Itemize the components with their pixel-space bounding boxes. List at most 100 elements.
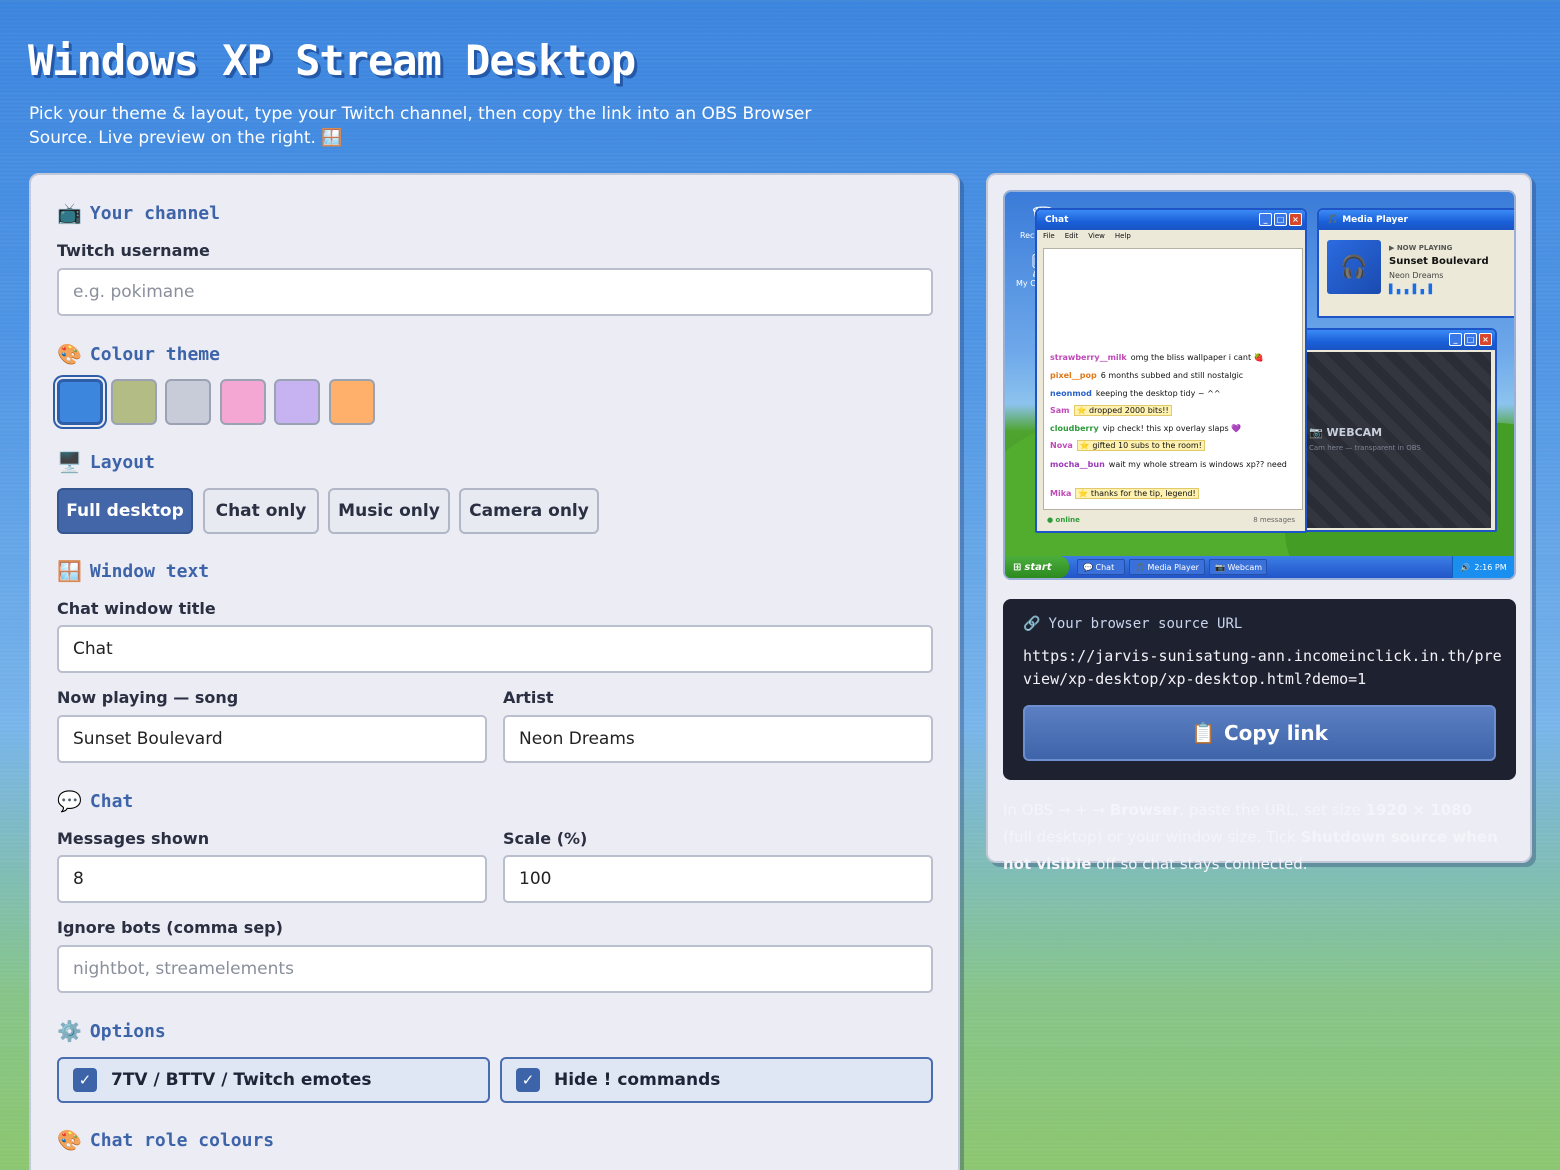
chat-username: mocha__bun bbox=[1050, 460, 1105, 469]
scale-label: Scale (%) bbox=[503, 829, 588, 848]
theme-swatch[interactable] bbox=[165, 379, 211, 425]
chat-username: pixel__pop bbox=[1050, 371, 1097, 380]
menu-file[interactable]: File bbox=[1043, 232, 1055, 240]
checkmark-icon: ✓ bbox=[73, 1068, 97, 1092]
speech-bubble-icon: 💬 bbox=[57, 789, 82, 813]
chat-message: mocha__bun wait my whole stream is window… bbox=[1050, 459, 1290, 471]
chat-window: Chat _ □ × File Edit View Help strawberry_… bbox=[1035, 208, 1307, 533]
chat-username: neonmod bbox=[1050, 389, 1092, 398]
menu-edit[interactable]: Edit bbox=[1065, 232, 1079, 240]
chat-message: cloudberry vip check! this xp overlay sla… bbox=[1050, 424, 1241, 433]
chat-text: 6 months subbed and still nostalgic bbox=[1100, 371, 1244, 380]
chat-text: wait my whole stream is windows xp?? nee… bbox=[1108, 460, 1287, 469]
close-icon: × bbox=[1289, 213, 1302, 226]
chat-message: Mika ⭐ thanks for the tip, legend! bbox=[1050, 488, 1199, 499]
clipboard-icon: 📋 bbox=[1191, 721, 1216, 745]
camera-icon: 📷 bbox=[1309, 426, 1323, 439]
chat-username: Mika bbox=[1050, 489, 1072, 498]
desktop-preview: 🗑 Recycle Bin 🖥 My Computer 🎵 Media Play… bbox=[1003, 190, 1516, 580]
chat-username: cloudberry bbox=[1050, 424, 1099, 433]
chat-username: strawberry__milk bbox=[1050, 353, 1127, 362]
chat-text: omg the bliss wallpaper i cant 🍓 bbox=[1130, 353, 1264, 362]
chat-heading: 💬 Chat bbox=[57, 789, 134, 813]
artist-input[interactable]: Neon Dreams bbox=[503, 715, 933, 763]
chat-text: keeping the desktop tidy ~ ^^ bbox=[1095, 389, 1221, 398]
song-label: Now playing — song bbox=[57, 688, 239, 707]
messages-label: Messages shown bbox=[57, 829, 210, 848]
channel-heading: 📺 Your channel bbox=[57, 201, 220, 225]
copy-link-button[interactable]: 📋 Copy link bbox=[1023, 705, 1496, 761]
username-input[interactable]: e.g. pokimane bbox=[57, 268, 933, 316]
messages-input[interactable]: 8 bbox=[57, 855, 487, 903]
page-subtitle: Pick your theme & layout, type your Twit… bbox=[29, 104, 812, 148]
monitor-icon: 🖥️ bbox=[57, 450, 82, 474]
layout-heading: 🖥️ Layout bbox=[57, 450, 155, 474]
username-label: Twitch username bbox=[57, 241, 210, 260]
chat-username: Sam bbox=[1050, 406, 1070, 415]
theme-swatch[interactable] bbox=[274, 379, 320, 425]
equalizer-icon: ▌▖▖▌▖▌ bbox=[1389, 285, 1437, 295]
start-button[interactable]: ⊞ start bbox=[1005, 556, 1069, 578]
layout-full-desktop-button[interactable]: Full desktop bbox=[57, 488, 193, 534]
role-colours-heading: 🎨 Chat role colours bbox=[57, 1128, 275, 1152]
chat-message: neonmod keeping the desktop tidy ~ ^^ bbox=[1050, 389, 1221, 398]
settings-panel: 📺 Your channel Twitch username e.g. poki… bbox=[29, 173, 960, 1170]
minimize-icon: _ bbox=[1259, 213, 1272, 226]
speaker-icon: 🔊 bbox=[1460, 562, 1471, 572]
layout-music-only-button[interactable]: Music only bbox=[328, 488, 450, 534]
browser-source-url[interactable]: https://jarvis-sunisatung-ann.incomeincl… bbox=[1023, 645, 1503, 691]
maximize-icon: □ bbox=[1274, 213, 1287, 226]
theme-swatch[interactable] bbox=[111, 379, 157, 425]
emotes-checkbox[interactable]: ✓ 7TV / BTTV / Twitch emotes bbox=[57, 1057, 490, 1103]
chat-message: Sam ⭐ dropped 2000 bits!! bbox=[1050, 405, 1172, 416]
message-count: 8 messages bbox=[1253, 516, 1295, 524]
taskbar-item-media[interactable]: 🎵 Media Player bbox=[1129, 559, 1205, 575]
hide-commands-checkbox[interactable]: ✓ Hide ! commands bbox=[500, 1057, 933, 1103]
palette-icon: 🎨 bbox=[57, 1128, 82, 1152]
chat-menu-bar: File Edit View Help bbox=[1037, 230, 1305, 242]
chat-text: ⭐ thanks for the tip, legend! bbox=[1075, 488, 1199, 499]
page-title: Windows XP Stream Desktop bbox=[28, 36, 636, 85]
chat-message: pixel__pop 6 months subbed and still nost… bbox=[1050, 371, 1243, 380]
chat-text: ⭐ dropped 2000 bits!! bbox=[1073, 405, 1172, 416]
palette-icon: 🎨 bbox=[57, 342, 82, 366]
music-note-icon: 🎵 bbox=[1327, 215, 1339, 225]
theme-swatch[interactable] bbox=[57, 379, 103, 425]
theme-heading: 🎨 Colour theme bbox=[57, 342, 220, 366]
media-player-window: 🎵 Media Player 🎧 ▶ NOW PLAYING Sunset Bo… bbox=[1317, 208, 1514, 318]
window-icon: 🪟 bbox=[57, 559, 82, 583]
tv-icon: 📺 bbox=[57, 201, 82, 225]
menu-view[interactable]: View bbox=[1088, 232, 1105, 240]
chat-message: strawberry__milk omg the bliss wallpaper … bbox=[1050, 353, 1264, 362]
chat-title-label: Chat window title bbox=[57, 599, 216, 618]
gear-icon: ⚙️ bbox=[57, 1019, 82, 1043]
scale-input[interactable]: 100 bbox=[503, 855, 933, 903]
system-tray: 🔊 2:16 PM bbox=[1452, 556, 1514, 578]
taskbar: ⊞ start 💬 Chat 🎵 Media Player 📷 Webcam 🔊… bbox=[1005, 556, 1514, 578]
theme-swatch[interactable] bbox=[329, 379, 375, 425]
theme-swatch[interactable] bbox=[220, 379, 266, 425]
chat-username: Nova bbox=[1050, 441, 1073, 450]
menu-help[interactable]: Help bbox=[1115, 232, 1131, 240]
url-heading: 🔗 Your browser source URL bbox=[1023, 616, 1243, 632]
chat-title-input[interactable]: Chat bbox=[57, 625, 933, 673]
chat-text: vip check! this xp overlay slaps 💜 bbox=[1102, 424, 1242, 433]
obs-instructions: In OBS → + → Browser, paste the URL, set… bbox=[1003, 801, 1498, 873]
song-input[interactable]: Sunset Boulevard bbox=[57, 715, 487, 763]
layout-chat-only-button[interactable]: Chat only bbox=[203, 488, 319, 534]
windows-logo-icon: ⊞ bbox=[1013, 561, 1022, 573]
chat-messages: strawberry__milk omg the bliss wallpaper … bbox=[1043, 248, 1303, 510]
link-icon: 🔗 bbox=[1023, 616, 1041, 632]
online-status: ● online bbox=[1047, 516, 1080, 524]
taskbar-item-chat[interactable]: 💬 Chat bbox=[1077, 559, 1125, 575]
headphones-icon: 🎧 bbox=[1327, 240, 1381, 294]
webcam-window: _ □ × 📷 WEBCAM Cam here — transparent in O… bbox=[1297, 328, 1497, 532]
checkmark-icon: ✓ bbox=[516, 1068, 540, 1092]
preview-panel: 🗑 Recycle Bin 🖥 My Computer 🎵 Media Play… bbox=[986, 173, 1532, 873]
url-box: 🔗 Your browser source URL https://jarvis… bbox=[1003, 599, 1516, 780]
layout-camera-only-button[interactable]: Camera only bbox=[459, 488, 599, 534]
clock: 2:16 PM bbox=[1474, 562, 1507, 572]
taskbar-item-webcam[interactable]: 📷 Webcam bbox=[1209, 559, 1267, 575]
ignore-bots-input[interactable]: nightbot, streamelements bbox=[57, 945, 933, 993]
webcam-feed: 📷 WEBCAM Cam here — transparent in OBS bbox=[1303, 352, 1491, 528]
